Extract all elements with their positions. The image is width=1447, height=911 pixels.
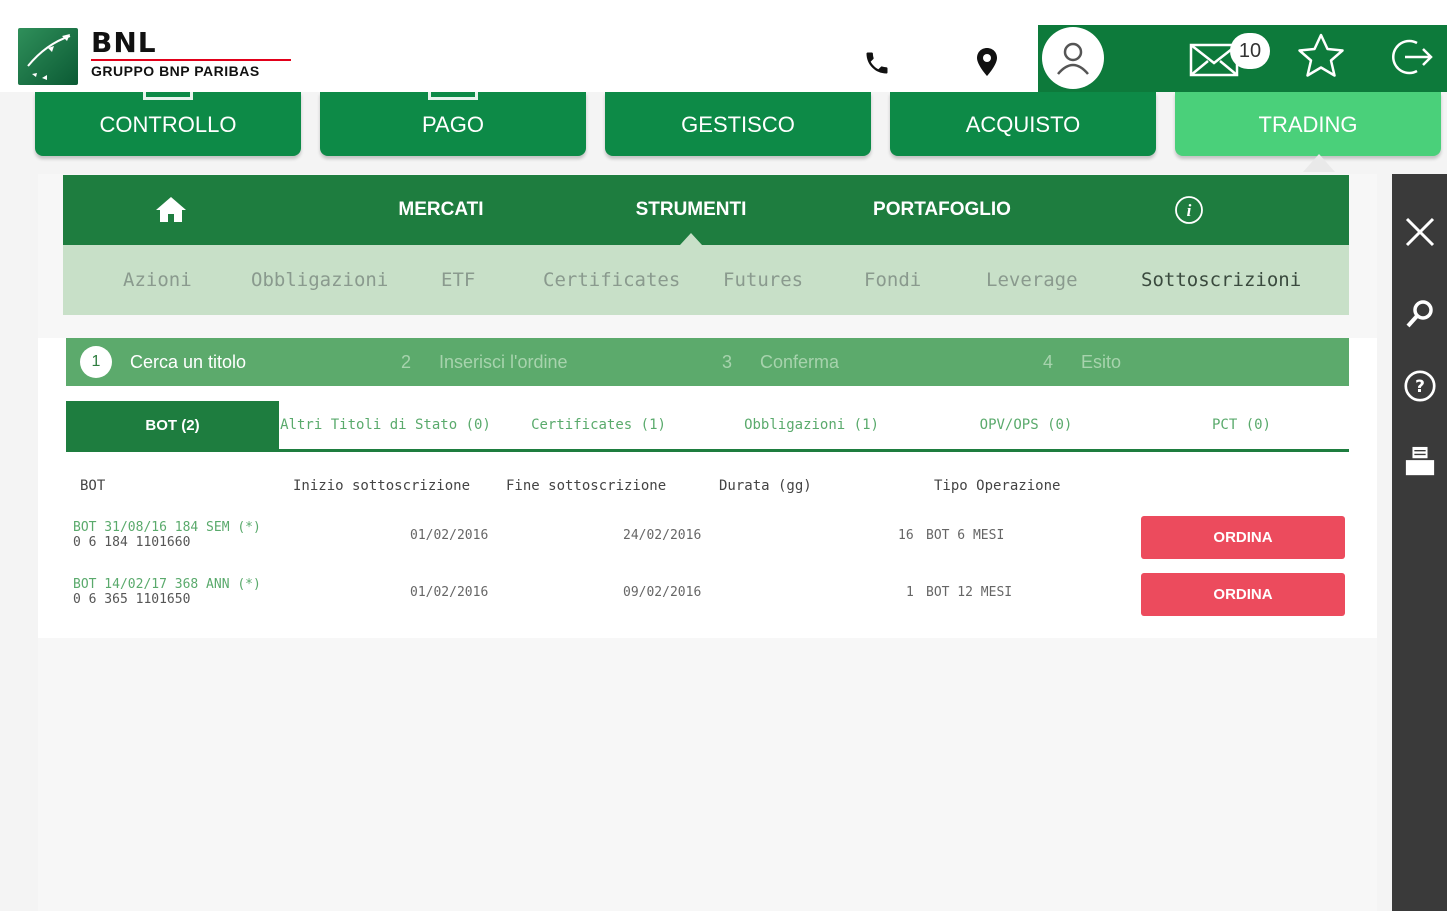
nav-active-indicator (680, 233, 702, 245)
row-2-code: 0 6 365 1101650 (73, 592, 191, 607)
row-1-start: 01/02/2016 (410, 528, 489, 543)
row-2-start: 01/02/2016 (410, 585, 489, 600)
tab-gestisco-label: GESTISCO (681, 112, 795, 137)
bnp-stars-icon (18, 28, 78, 85)
svg-text:?: ? (1415, 376, 1425, 396)
subnav-sottoscrizioni[interactable]: Sottoscrizioni (1141, 245, 1301, 315)
subnav-futures[interactable]: Futures (723, 245, 803, 315)
bnl-logo[interactable]: BNL GRUPPO BNP PARIBAS (18, 28, 291, 85)
tab-gestisco[interactable]: GESTISCO (605, 92, 871, 156)
step-3-label: Conferma (760, 351, 840, 372)
step-2-label: Inserisci l'ordine (439, 351, 568, 372)
cat-tab-opv-ops[interactable]: OPV/OPS (0) (918, 401, 1134, 449)
header: BNL GRUPPO BNP PARIBAS 10 (0, 0, 1447, 92)
table-row-2-title[interactable]: BOT 14/02/17 368 ANN (*) 0 6 365 1101650 (73, 577, 261, 607)
brand-name: BNL (91, 26, 157, 59)
close-icon[interactable] (1404, 216, 1436, 248)
print-icon[interactable] (1404, 446, 1436, 478)
cat-tab-certificates[interactable]: Certificates (1) (492, 401, 705, 449)
tab-trading[interactable]: TRADING (1175, 92, 1441, 156)
order-button-row-2[interactable]: ORDINA (1141, 573, 1345, 616)
col-header-end: Fine sottoscrizione (506, 478, 667, 494)
brand-group: GRUPPO BNP PARIBAS (91, 63, 260, 79)
step-4: 4 Esito (1043, 338, 1121, 386)
notification-badge: 10 (1230, 33, 1270, 69)
right-tool-sidebar: ? (1392, 174, 1447, 911)
category-tabs: BOT (2) Altri Titoli di Stato (0) Certif… (66, 401, 1349, 452)
trading-nav: MERCATI STRUMENTI PORTAFOGLIO i (63, 175, 1349, 245)
step-4-number: 4 (1043, 351, 1054, 372)
tab-acquisto[interactable]: ACQUISTO (890, 92, 1156, 156)
order-steps: 1 Cerca un titolo 2 Inserisci l'ordine 3… (66, 338, 1349, 386)
cat-tab-obbligazioni[interactable]: Obbligazioni (1) (705, 401, 918, 449)
row-1-type: BOT 6 MESI (926, 528, 1005, 543)
step-3-number: 3 (722, 351, 733, 372)
subnav-leverage[interactable]: Leverage (986, 245, 1078, 315)
tab-controllo-icon (143, 92, 193, 100)
svg-text:i: i (1187, 201, 1192, 220)
row-1-duration: 16 (898, 528, 914, 543)
table-row-1-title[interactable]: BOT 31/08/16 184 SEM (*) 0 6 184 1101660 (73, 520, 261, 550)
cat-tab-altri-titoli[interactable]: Altri Titoli di Stato (0) (279, 401, 492, 449)
subnav-fondi[interactable]: Fondi (864, 245, 921, 315)
row-2-end: 09/02/2016 (623, 585, 702, 600)
tab-acquisto-label: ACQUISTO (965, 112, 1081, 137)
col-header-start: Inizio sottoscrizione (293, 478, 471, 494)
nav-mercati[interactable]: MERCATI (381, 175, 501, 245)
col-header-duration: Durata (gg) (719, 478, 812, 494)
user-avatar-icon[interactable] (1042, 27, 1104, 89)
tab-controllo[interactable]: CONTROLLO (35, 92, 301, 156)
col-header-bot: BOT (80, 478, 106, 494)
step-1: 1 Cerca un titolo (80, 338, 246, 386)
tab-trading-label: TRADING (1258, 112, 1358, 137)
row-2-name[interactable]: BOT 14/02/17 368 ANN (*) (73, 577, 261, 592)
user-toolbar: 10 (1038, 25, 1447, 92)
row-1-code: 0 6 184 1101660 (73, 535, 191, 550)
location-pin-icon[interactable] (970, 44, 1004, 80)
row-2-duration: 1 (906, 585, 914, 600)
subnav-certificates[interactable]: Certificates (543, 245, 680, 315)
home-icon[interactable] (143, 175, 199, 245)
subnav-azioni[interactable]: Azioni (123, 245, 192, 315)
subnav-obbligazioni[interactable]: Obbligazioni (251, 245, 388, 315)
instrument-subnav: Azioni Obbligazioni ETF Certificates Fut… (63, 245, 1349, 315)
step-1-number: 1 (80, 346, 112, 378)
logout-icon[interactable] (1383, 31, 1439, 83)
nav-portafoglio[interactable]: PORTAFOGLIO (863, 175, 1021, 245)
tab-pago[interactable]: PAGO (320, 92, 586, 156)
col-header-type: Tipo Operazione (934, 478, 1061, 494)
row-1-name[interactable]: BOT 31/08/16 184 SEM (*) (73, 520, 261, 535)
phone-icon[interactable] (860, 46, 894, 80)
tab-pago-icon (428, 92, 478, 100)
order-button-row-1[interactable]: ORDINA (1141, 516, 1345, 559)
tab-pago-label: PAGO (422, 112, 484, 137)
row-1-end: 24/02/2016 (623, 528, 702, 543)
cat-tab-bot[interactable]: BOT (2) (66, 401, 279, 449)
cat-tab-pct[interactable]: PCT (0) (1134, 401, 1349, 449)
step-2-number: 2 (401, 351, 412, 372)
tab-controllo-label: CONTROLLO (99, 112, 237, 137)
brand-divider (91, 59, 291, 61)
step-3: 3 Conferma (722, 338, 839, 386)
favorites-star-icon[interactable] (1293, 29, 1349, 85)
info-icon[interactable]: i (1171, 175, 1207, 245)
active-tab-indicator (1303, 154, 1335, 172)
step-4-label: Esito (1081, 351, 1122, 372)
row-2-type: BOT 12 MESI (926, 585, 1013, 600)
search-icon[interactable] (1404, 298, 1436, 330)
step-1-label: Cerca un titolo (130, 351, 247, 372)
step-2: 2 Inserisci l'ordine (401, 338, 568, 386)
help-icon[interactable]: ? (1404, 370, 1436, 402)
subnav-etf[interactable]: ETF (441, 245, 475, 315)
